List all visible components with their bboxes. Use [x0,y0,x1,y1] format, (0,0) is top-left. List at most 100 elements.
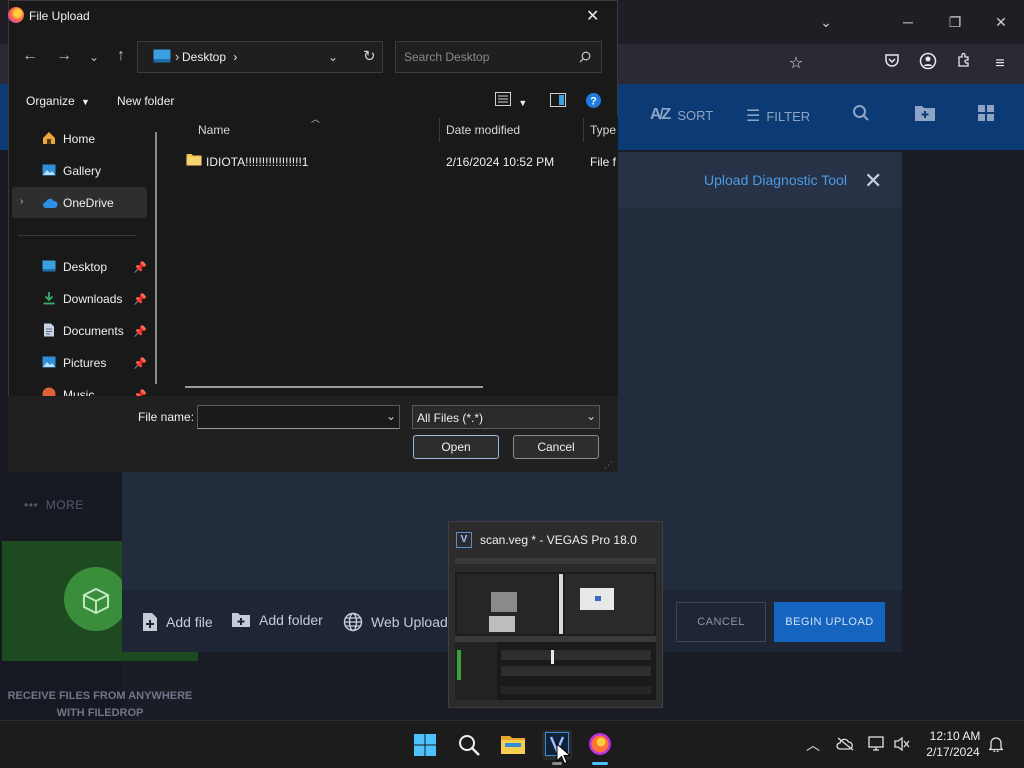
clock-time[interactable]: 12:10 AM [926,729,984,743]
restore-button[interactable]: ❐ [943,10,967,34]
sidebar-item-onedrive[interactable]: OneDrive [63,196,114,210]
sidebar-item-home[interactable]: Home [63,132,95,146]
column-separator[interactable] [439,118,440,142]
account-icon[interactable] [916,52,940,76]
sidebar-item-desktop[interactable]: Desktop [63,260,107,274]
file-type-value: All Files (*.*) [417,411,484,425]
file-name-label: File name: [138,410,195,424]
search-icon[interactable] [852,104,870,127]
notification-bell-icon[interactable] [989,736,1003,752]
onedrive-cloud-icon [43,198,58,208]
nav-scrollbar[interactable] [155,132,157,384]
globe-icon [343,612,363,632]
volume-muted-icon[interactable] [894,736,910,752]
address-path: Desktop › [182,50,237,64]
firefox-icon[interactable] [588,732,612,756]
preview-pane-icon[interactable] [550,93,566,107]
filter-button[interactable]: ☰ FILTER [746,106,810,126]
sidebar-item-documents[interactable]: Documents [63,324,124,338]
cancel-upload-button[interactable]: CANCEL [676,602,766,642]
file-type-select[interactable]: All Files (*.*) [412,405,600,429]
add-file-icon [143,613,157,631]
pin-icon: 📌 [133,262,147,274]
sidebar-item-pictures[interactable]: Pictures [63,356,106,370]
sort-button[interactable]: A̸Z SORT [650,106,713,124]
file-name-input[interactable] [197,405,400,429]
window-close-button[interactable]: ✕ [989,10,1013,34]
web-upload-label: Web Upload [371,614,448,630]
add-folder-button[interactable]: Add folder [231,612,323,628]
column-header-date[interactable]: Date modified [446,123,520,137]
column-header-name[interactable]: Name [198,123,230,137]
help-icon[interactable]: ? [586,93,601,108]
cancel-button[interactable]: Cancel [513,435,599,459]
file-name-dropdown-chevron-icon[interactable]: ⌄ [386,409,396,423]
add-file-label: Add file [166,614,213,630]
add-file-button[interactable]: Add file [142,612,213,632]
search-placeholder: Search Desktop [404,50,490,64]
minimize-button[interactable]: ─ [896,10,920,34]
sidebar-item-gallery[interactable]: Gallery [63,164,101,178]
pin-icon: 📌 [133,358,147,370]
back-arrow-icon[interactable]: ← [22,47,38,65]
sort-ascending-icon: ︿ [311,114,321,124]
organize-button[interactable]: Organize ▼ [26,94,90,108]
address-dropdown-chevron-icon[interactable]: ⌄ [328,50,338,64]
clock-date[interactable]: 2/17/2024 [922,745,984,759]
search-icon[interactable] [457,733,481,757]
filedrop-caption: RECEIVE FILES FROM ANYWHERE WITH FILEDRO… [0,688,200,722]
begin-upload-button[interactable]: BEGIN UPLOAD [774,602,885,642]
menu-hamburger-icon[interactable]: ≡ [988,52,1012,76]
organize-chevron-icon: ▼ [81,97,90,107]
address-bar[interactable] [137,41,383,73]
refresh-icon[interactable]: ↻ [363,47,376,65]
organize-label: Organize [26,94,75,108]
dialog-title: File Upload [29,9,90,23]
add-folder-label: Add folder [259,612,323,628]
breadcrumb-desktop[interactable]: Desktop [182,50,226,64]
sidebar-item-music[interactable]: Music [63,388,94,396]
file-name: IDIOTA!!!!!!!!!!!!!!!!!1 [206,155,309,169]
navigation-pane: Home Gallery OneDrive Desktop 📌 Download… [9,118,157,396]
up-arrow-icon[interactable]: ↑ [117,47,125,65]
horizontal-scrollbar[interactable] [185,386,483,388]
column-separator[interactable] [583,118,584,142]
file-date: 2/16/2024 10:52 PM [446,155,555,169]
windows-start-icon[interactable] [413,733,437,757]
network-icon[interactable] [868,736,886,752]
new-folder-icon[interactable] [914,104,936,127]
bookmark-star-icon[interactable]: ☆ [784,52,808,76]
recent-locations-chevron-icon[interactable]: ⌄ [89,50,99,64]
sort-label: SORT [677,107,714,123]
open-button[interactable]: Open [413,435,499,459]
music-icon [42,387,56,396]
downloads-icon [43,292,55,305]
pocket-icon[interactable] [880,52,904,76]
file-explorer-icon[interactable] [500,733,526,755]
onedrive-offline-icon[interactable] [836,737,854,751]
file-type-chevron-icon[interactable]: ⌄ [586,409,596,423]
close-icon[interactable]: ✕ [864,168,882,194]
show-hidden-icons-chevron-icon[interactable]: ︿ [806,735,820,755]
sidebar-item-downloads[interactable]: Downloads [63,292,122,306]
column-header-type[interactable]: Type [590,123,616,137]
filter-label: FILTER [766,108,811,124]
mouse-cursor-icon [556,743,570,765]
view-options-button[interactable]: ▼ [495,92,527,109]
firefox-active-indicator [592,762,608,765]
new-folder-button[interactable]: New folder [117,94,174,108]
nav-divider [18,235,136,236]
dialog-close-button[interactable]: ✕ [586,6,599,26]
web-upload-button[interactable]: Web Upload [343,612,448,632]
upload-panel-title[interactable]: Upload Diagnostic Tool [704,172,847,188]
sidebar-more[interactable]: ••• MORE [24,498,84,512]
desktop-icon [42,260,56,272]
forward-arrow-icon[interactable]: → [56,47,72,65]
extensions-icon[interactable] [952,52,976,76]
resize-grip-icon[interactable]: ⋰ [604,460,613,471]
grid-view-icon[interactable] [977,104,995,127]
tab-list-chevron-icon[interactable]: ⌄ [814,10,838,34]
gallery-icon [42,164,56,176]
preview-thumbnail[interactable] [455,558,656,700]
breadcrumb-trailing-sep: › [233,50,238,64]
